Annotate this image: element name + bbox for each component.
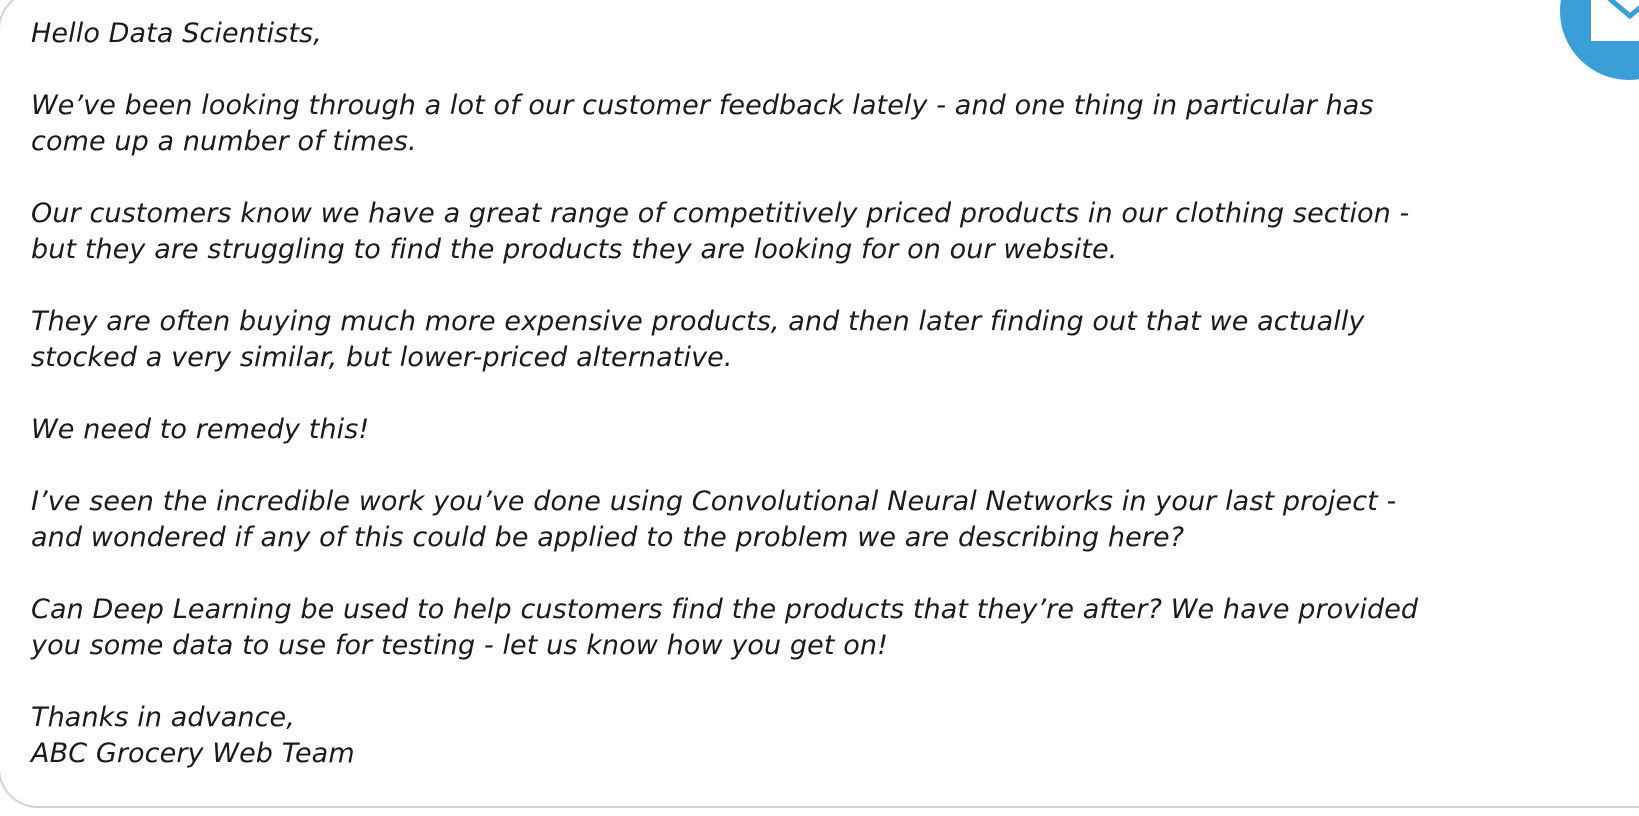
paragraph: We need to remedy this! (31, 412, 1631, 448)
paragraph-line: you some data to use for testing - let u… (31, 630, 888, 661)
signature: ABC Grocery Web Team (31, 738, 355, 769)
paragraph: I’ve seen the incredible work you’ve don… (31, 484, 1631, 556)
paragraph: We’ve been looking through a lot of our … (31, 88, 1631, 160)
email-body: Hello Data Scientists, We’ve been lookin… (31, 16, 1631, 772)
signoff-block: Thanks in advance, ABC Grocery Web Team (31, 700, 1631, 772)
paragraph: Can Deep Learning be used to help custom… (31, 592, 1631, 664)
paragraph-line: stocked a very similar, but lower-priced… (31, 342, 733, 373)
paragraph-line: They are often buying much more expensiv… (31, 306, 1365, 337)
paragraph-line: We’ve been looking through a lot of our … (31, 90, 1374, 121)
signoff: Thanks in advance, (31, 702, 295, 733)
paragraph-line: come up a number of times. (31, 126, 417, 157)
paragraph: They are often buying much more expensiv… (31, 304, 1631, 376)
paragraph-line: Can Deep Learning be used to help custom… (31, 594, 1419, 625)
greeting-block: Hello Data Scientists, (31, 16, 1631, 52)
paragraph-line: but they are struggling to find the prod… (31, 234, 1118, 265)
greeting: Hello Data Scientists, (31, 18, 322, 49)
paragraph-line: and wondered if any of this could be app… (31, 522, 1185, 553)
paragraph: Our customers know we have a great range… (31, 196, 1631, 268)
paragraph-line: We need to remedy this! (31, 414, 370, 445)
paragraph-line: I’ve seen the incredible work you’ve don… (31, 486, 1397, 517)
paragraph-line: Our customers know we have a great range… (31, 198, 1410, 229)
